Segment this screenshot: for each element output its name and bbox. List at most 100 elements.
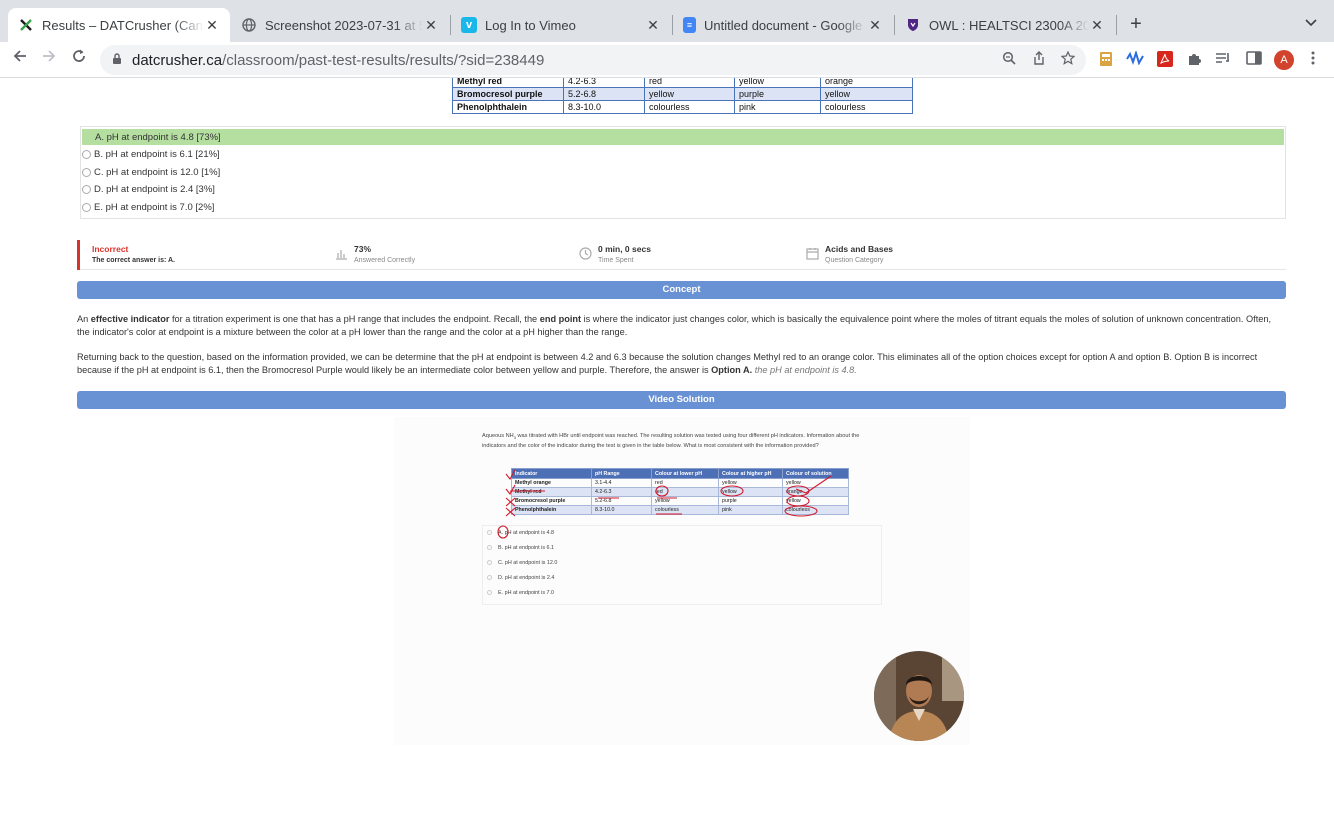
- side-panel-icon[interactable]: [1245, 51, 1263, 69]
- table-row: Bromocresol purple 5.2-6.8 yellow purple yel…: [511, 496, 849, 506]
- concept-header[interactable]: Concept: [77, 281, 1286, 299]
- answer-option[interactable]: D. pH at endpoint is 2.4 [3%]: [82, 182, 215, 198]
- back-arrow-icon[interactable]: [9, 48, 31, 69]
- table-cell: red: [644, 78, 735, 88]
- table-cell: yellow: [718, 487, 783, 497]
- table-cell: 4.2-6.3: [563, 78, 645, 88]
- incorrect-indicator-bar: [77, 240, 80, 270]
- tab-vimeo[interactable]: v Log In to Vimeo ✕: [451, 8, 671, 42]
- radio-button[interactable]: [82, 185, 91, 195]
- tab-screenshot[interactable]: Screenshot 2023-07-31 at 5.0 ✕: [231, 8, 449, 42]
- tab-title: Log In to Vimeo: [485, 17, 576, 33]
- video-answer-option-label: B. pH at endpoint is 6.1: [498, 545, 555, 551]
- answer-option[interactable]: A. pH at endpoint is 4.8 [73%]: [82, 129, 1284, 145]
- text-segment: the pH at endpoint is 4.8.: [752, 365, 857, 375]
- table-header-cell: pH Range: [591, 468, 652, 479]
- bar-chart-icon: [336, 250, 347, 260]
- table-cell: colourless: [651, 505, 719, 515]
- close-tab-icon[interactable]: ✕: [423, 17, 439, 34]
- time-spent-label: Time Spent: [598, 257, 634, 264]
- table-cell: purple: [734, 87, 821, 101]
- radio-button: [487, 590, 492, 596]
- video-answer-option-label: C. pH at endpoint is 12.0: [498, 560, 558, 566]
- tab-title: OWL : HEALTSCI 2300A 200 S: [929, 17, 1089, 33]
- percent-correct-label: Answered Correctly: [354, 257, 416, 264]
- table-cell: yellow: [782, 496, 849, 506]
- datcrusher-logo-icon: [18, 17, 34, 33]
- url-text[interactable]: datcrusher.ca/classroom/past-test-result…: [132, 52, 544, 69]
- radio-button[interactable]: [82, 167, 91, 177]
- profile-avatar[interactable]: A: [1274, 50, 1294, 70]
- new-tab-button[interactable]: +: [1126, 13, 1146, 36]
- forward-arrow-icon[interactable]: [38, 48, 60, 69]
- table-cell: purple: [718, 496, 783, 506]
- close-tab-icon[interactable]: ✕: [1089, 17, 1105, 34]
- answer-option[interactable]: B. pH at endpoint is 6.1 [21%]: [82, 147, 220, 163]
- browser-tab-strip: Results – DATCrusher (Canada) ✕ Screensh…: [0, 0, 1334, 42]
- video-answer-option-label: A. pH at endpoint is 4.8: [498, 530, 555, 536]
- bookmark-star-icon[interactable]: [1060, 50, 1076, 68]
- text-segment: end point: [539, 314, 582, 324]
- table-cell: red: [651, 487, 719, 497]
- reload-icon[interactable]: [68, 48, 90, 69]
- lock-icon[interactable]: [112, 53, 122, 64]
- table-cell: colourless: [644, 100, 735, 114]
- acrobat-pdf-icon[interactable]: [1156, 51, 1174, 69]
- table-cell: colourless: [782, 505, 849, 515]
- video-answer-option: E. pH at endpoint is 7.0: [487, 590, 554, 596]
- concept-paragraph-1: An effective indicator for a titration e…: [77, 313, 1286, 339]
- table-cell: 5.2-6.8: [591, 496, 652, 506]
- result-summary-bar: Incorrect The correct answer is: A. 73% …: [77, 240, 1286, 270]
- tab-title: Screenshot 2023-07-31 at 5.0: [265, 17, 423, 33]
- share-icon[interactable]: [1032, 51, 1046, 68]
- video-question-pre: Aqueous NH: [482, 433, 514, 439]
- extensions-puzzle-icon[interactable]: [1185, 51, 1203, 69]
- zoom-magnifier-icon[interactable]: [1002, 51, 1016, 68]
- question-category: Acids and Bases: [825, 244, 894, 254]
- close-tab-icon[interactable]: ✕: [204, 17, 220, 34]
- table-cell: Methyl red: [452, 78, 564, 88]
- table-cell: colourless: [820, 100, 913, 114]
- table-cell: pink: [718, 505, 783, 515]
- table-cell: 8.3-10.0: [563, 100, 645, 114]
- table-header-cell: Colour of solution: [782, 468, 849, 479]
- video-answer-option: B. pH at endpoint is 6.1: [487, 545, 554, 551]
- google-docs-icon: ≡: [683, 17, 696, 33]
- address-bar[interactable]: datcrusher.ca/classroom/past-test-result…: [100, 45, 1086, 75]
- table-cell: 5.2-6.8: [563, 87, 645, 101]
- close-tab-icon[interactable]: ✕: [645, 17, 661, 34]
- percent-correct: 73%: [354, 244, 372, 254]
- table-cell: yellow: [782, 478, 849, 488]
- answer-option[interactable]: C. pH at endpoint is 12.0 [1%]: [82, 164, 220, 180]
- table-cell: yellow: [718, 478, 783, 488]
- video-player[interactable]: Aqueous NH3 was titrated with HBr until …: [394, 417, 970, 745]
- url-host: datcrusher.ca: [132, 52, 223, 69]
- reading-list-icon[interactable]: [1214, 51, 1232, 69]
- tab-separator: [1116, 15, 1117, 35]
- table-row: Bromocresol purple 5.2-6.8 yellow purple yel…: [452, 87, 913, 101]
- calculator-extension-icon[interactable]: [1097, 51, 1115, 69]
- answer-option[interactable]: E. pH at endpoint is 7.0 [2%]: [82, 199, 214, 215]
- radio-button[interactable]: [82, 150, 91, 160]
- table-cell: yellow: [820, 87, 913, 101]
- table-cell: Bromocresol purple: [452, 87, 564, 101]
- close-tab-icon[interactable]: ✕: [867, 17, 883, 34]
- table-cell: 4.2-6.3: [591, 487, 652, 497]
- answer-option-label: D. pH at endpoint is 2.4 [3%]: [94, 184, 215, 196]
- radio-button: [487, 560, 492, 566]
- tab-owl[interactable]: OWL : HEALTSCI 2300A 200 S ✕: [895, 8, 1115, 42]
- table-cell: Phenolphthalein: [511, 505, 592, 515]
- table-header-cell: Indicator: [511, 468, 592, 479]
- table-header-cell: Colour at higher pH: [718, 468, 783, 479]
- radio-button[interactable]: [82, 202, 91, 212]
- waveform-extension-icon[interactable]: [1126, 49, 1144, 69]
- kebab-menu-icon[interactable]: [1304, 51, 1322, 69]
- url-path: /classroom/past-test-results/results/?si…: [222, 52, 545, 69]
- tab-google-docs[interactable]: ≡ Untitled document - Google Docs ✕: [673, 8, 893, 42]
- tab-datcrusher-results[interactable]: Results – DATCrusher (Canada) ✕: [8, 8, 230, 42]
- answer-option-label: E. pH at endpoint is 7.0 [2%]: [94, 201, 215, 213]
- tab-search-chevron-icon[interactable]: [1305, 14, 1317, 30]
- video-answer-option: C. pH at endpoint is 12.0: [487, 560, 557, 566]
- video-solution-header[interactable]: Video Solution: [77, 391, 1286, 409]
- radio-button: [487, 545, 492, 551]
